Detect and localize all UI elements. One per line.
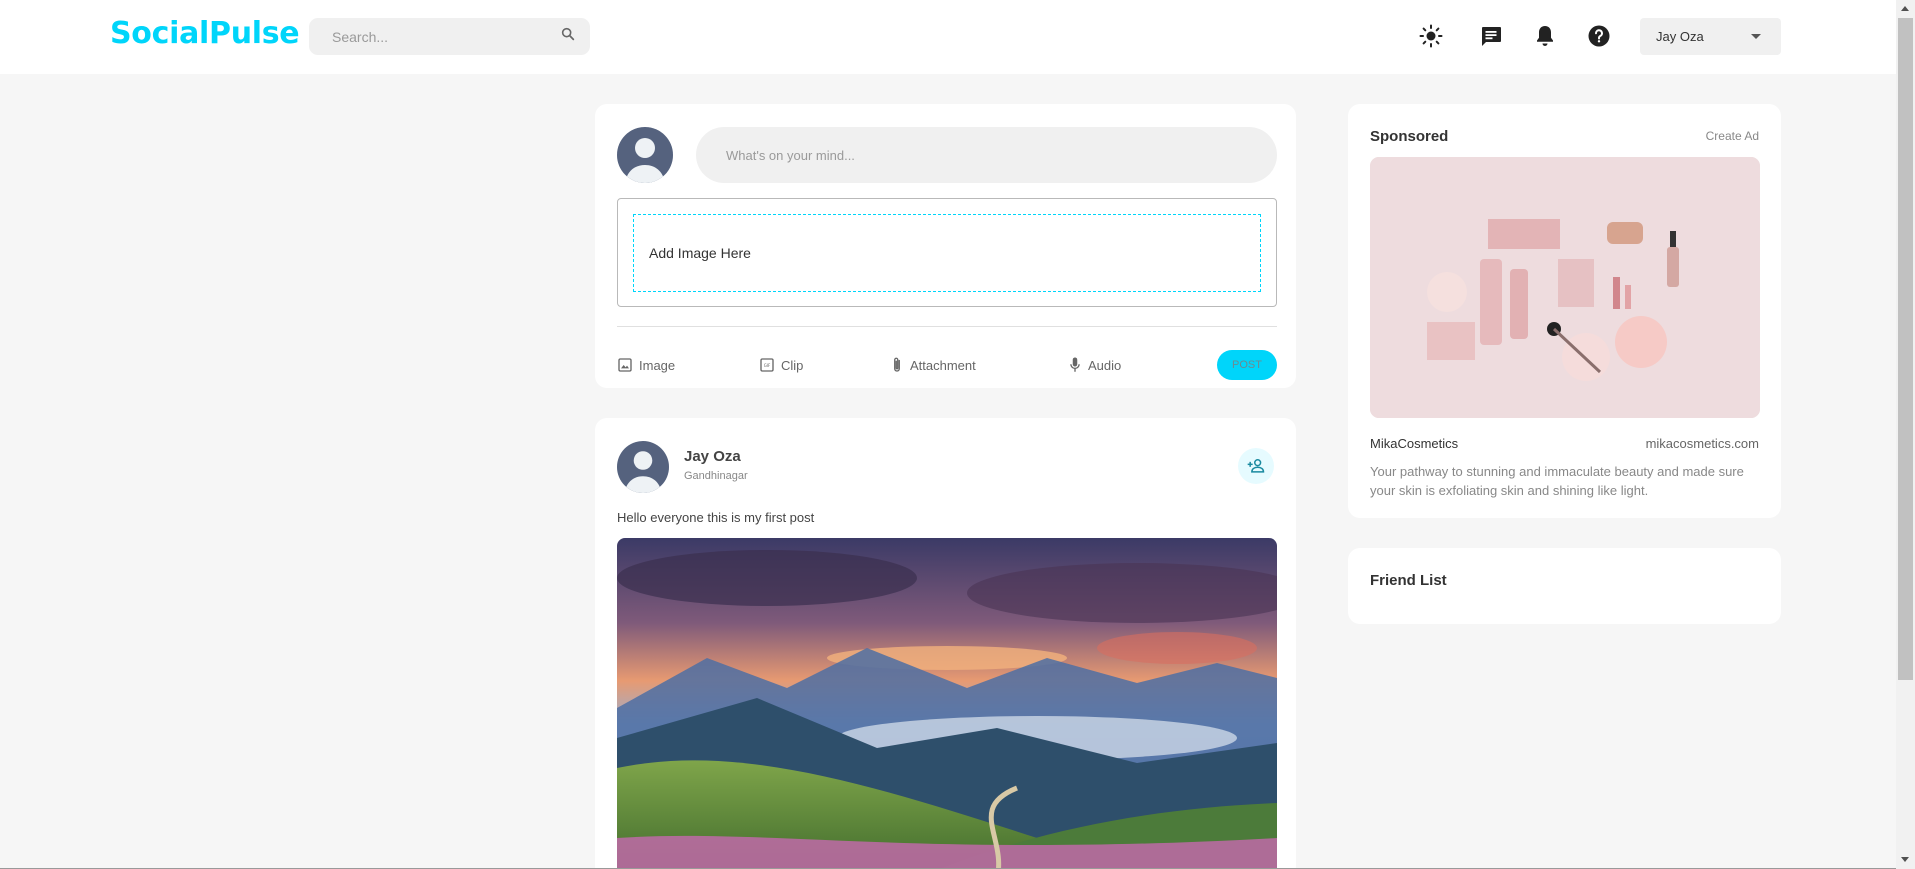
composer-actions: Image GIF Clip Attachment Audio POST bbox=[617, 350, 1277, 380]
svg-text:GIF: GIF bbox=[764, 363, 771, 368]
ad-description: Your pathway to stunning and immaculate … bbox=[1370, 464, 1744, 498]
whats-on-your-mind-input[interactable] bbox=[696, 127, 1277, 183]
help-icon[interactable] bbox=[1586, 23, 1612, 49]
app-logo[interactable]: SocialPulse bbox=[110, 16, 300, 51]
search-icon[interactable] bbox=[560, 26, 576, 47]
friend-list-card: Friend List bbox=[1348, 548, 1781, 624]
create-ad-link[interactable]: Create Ad bbox=[1706, 129, 1759, 143]
scroll-up-arrow-icon[interactable] bbox=[1901, 6, 1909, 11]
user-name: Jay Oza bbox=[1656, 29, 1704, 44]
bell-icon[interactable] bbox=[1532, 23, 1558, 49]
user-menu-select[interactable]: Jay Oza bbox=[1640, 18, 1781, 55]
image-dropzone[interactable]: Add Image Here bbox=[633, 214, 1261, 292]
message-icon[interactable] bbox=[1478, 23, 1504, 49]
attachment-action-button[interactable]: Attachment bbox=[890, 350, 976, 380]
top-navbar: SocialPulse Search... Jay Oza bbox=[0, 0, 1896, 74]
ad-url[interactable]: mikacosmetics.com bbox=[1646, 436, 1759, 451]
post-author-name[interactable]: Jay Oza bbox=[684, 448, 741, 465]
user-avatar-icon bbox=[617, 441, 669, 493]
microphone-icon bbox=[1070, 357, 1080, 372]
post-text: Hello everyone this is my first post bbox=[617, 510, 815, 525]
post-image[interactable] bbox=[617, 538, 1277, 869]
audio-action-button[interactable]: Audio bbox=[1068, 350, 1121, 380]
user-avatar-icon bbox=[617, 127, 673, 183]
dropzone-label: Add Image Here bbox=[649, 245, 751, 261]
sponsored-card: Sponsored Create Ad MikaCosmetics mikaco… bbox=[1348, 104, 1781, 518]
image-action-label: Image bbox=[639, 357, 676, 373]
divider bbox=[617, 326, 1277, 327]
sun-icon[interactable] bbox=[1418, 23, 1444, 49]
post-card: Jay Oza Gandhinagar Hello everyone this … bbox=[595, 418, 1296, 869]
image-action-button[interactable]: Image bbox=[617, 350, 675, 380]
gif-icon: GIF bbox=[760, 358, 774, 372]
search-bar[interactable] bbox=[309, 18, 590, 55]
friend-list-title: Friend List bbox=[1370, 572, 1447, 589]
ad-advertiser-name[interactable]: MikaCosmetics bbox=[1370, 436, 1458, 451]
vertical-scrollbar[interactable] bbox=[1896, 0, 1915, 869]
attachment-action-label: Attachment bbox=[910, 357, 976, 373]
image-upload-box: Add Image Here bbox=[617, 198, 1277, 307]
chevron-down-icon bbox=[1751, 34, 1761, 39]
add-friend-button[interactable] bbox=[1238, 448, 1274, 484]
avatar[interactable] bbox=[617, 127, 673, 183]
scrollbar-thumb[interactable] bbox=[1898, 18, 1913, 680]
sponsored-title: Sponsored bbox=[1370, 128, 1449, 145]
post-button[interactable]: POST bbox=[1217, 350, 1277, 380]
search-input[interactable] bbox=[332, 28, 532, 45]
post-composer: Add Image Here Image GIF Clip Attachment bbox=[595, 104, 1296, 388]
clip-action-label: Clip bbox=[781, 357, 804, 373]
image-icon bbox=[618, 358, 632, 372]
post-author-location: Gandhinagar bbox=[684, 470, 748, 482]
clip-action-button[interactable]: GIF Clip bbox=[759, 350, 803, 380]
ad-image[interactable] bbox=[1370, 157, 1760, 418]
person-add-icon bbox=[1247, 459, 1265, 473]
paperclip-icon bbox=[894, 357, 900, 372]
audio-action-label: Audio bbox=[1088, 357, 1122, 373]
scroll-down-arrow-icon[interactable] bbox=[1901, 857, 1909, 862]
avatar[interactable] bbox=[617, 441, 669, 493]
